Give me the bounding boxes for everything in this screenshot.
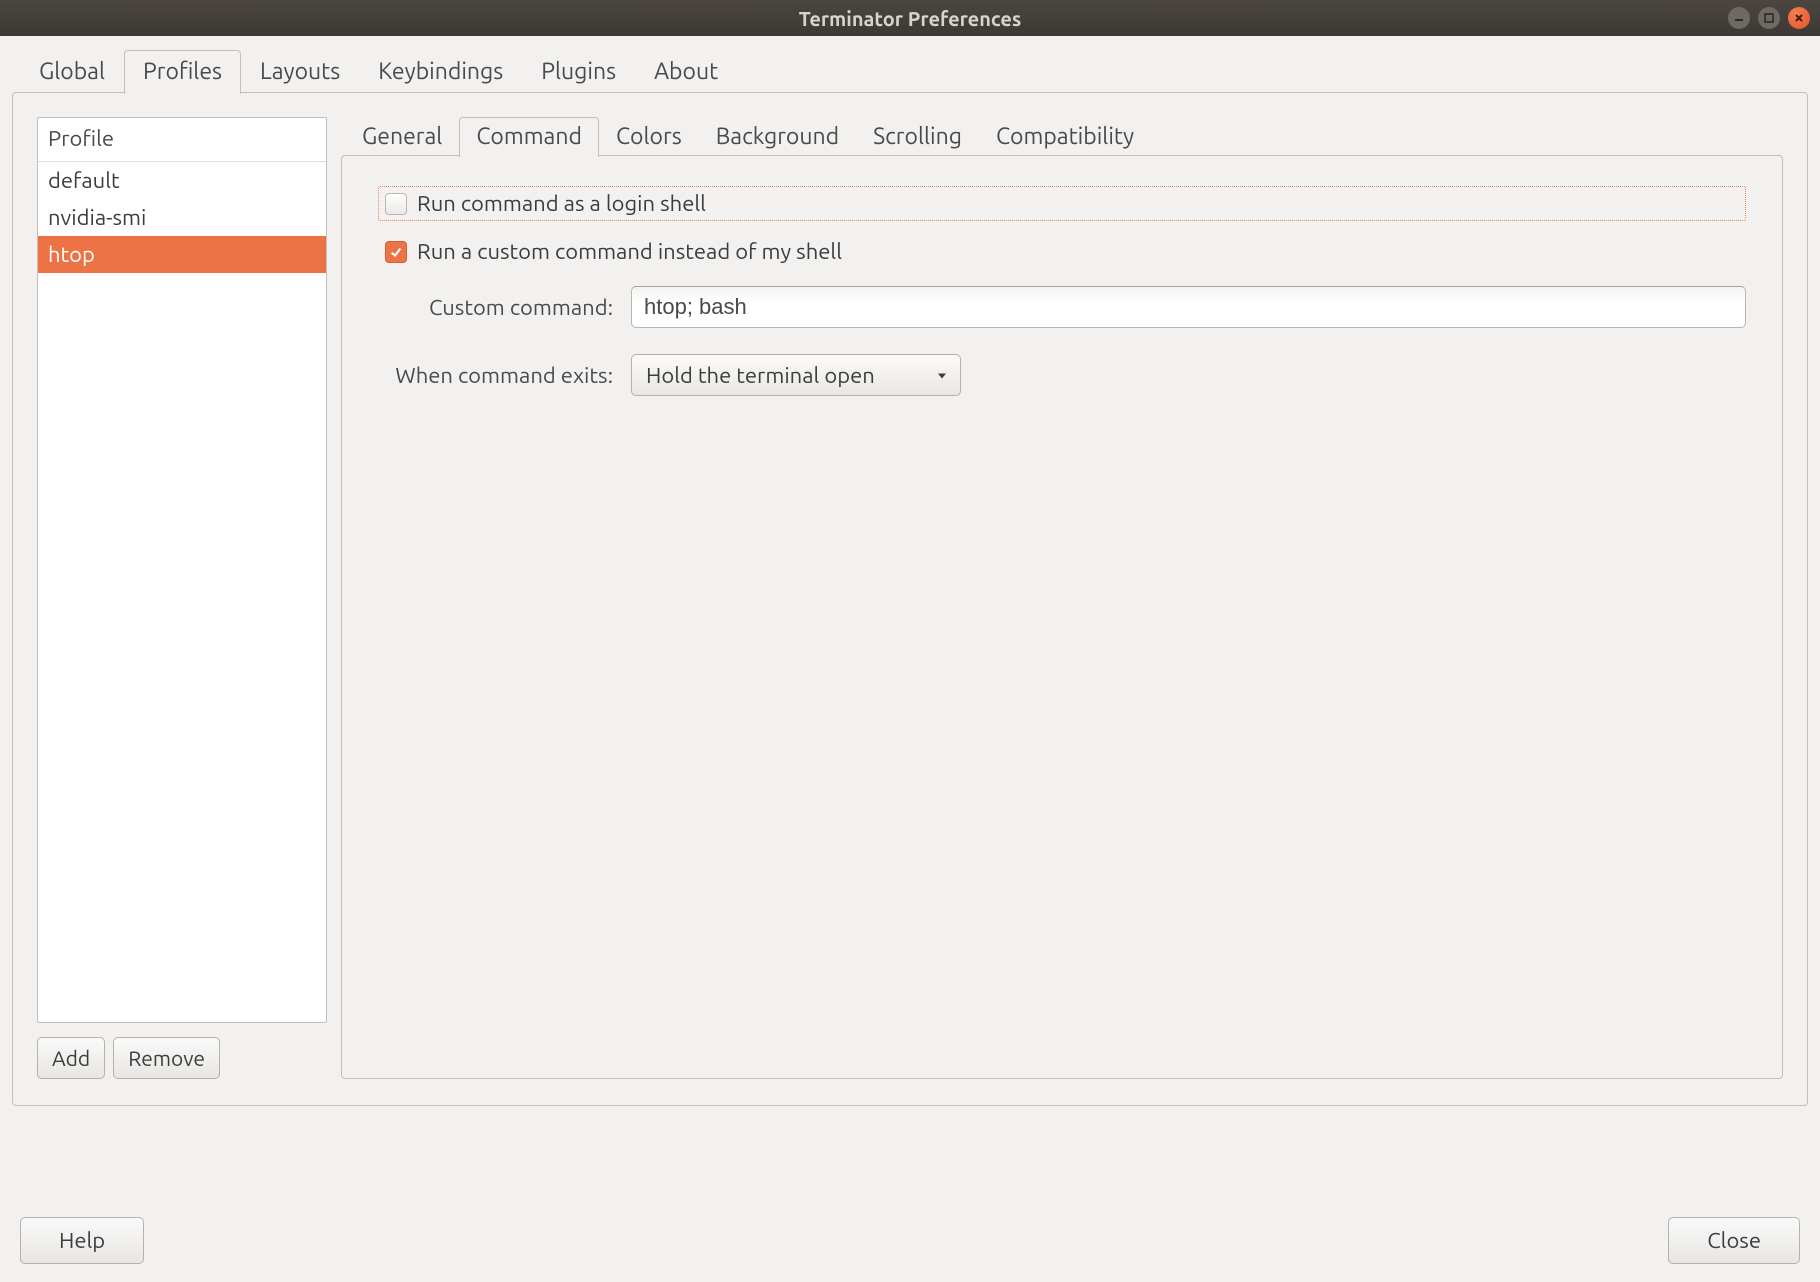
profile-list-header: Profile [38,118,326,162]
tab-global[interactable]: Global [20,50,124,94]
chevron-down-icon [935,363,949,388]
login-shell-row: Run command as a login shell [378,186,1746,221]
dialog-footer: Help Close [0,1217,1820,1264]
custom-cmd-enabled-row: Run a custom command instead of my shell [378,235,1746,268]
tab-plugins[interactable]: Plugins [522,50,635,94]
subtab-colors[interactable]: Colors [599,117,699,157]
tab-keybindings[interactable]: Keybindings [359,50,522,94]
login-shell-checkbox[interactable] [385,193,407,215]
profile-item-default[interactable]: default [38,162,326,199]
add-profile-button[interactable]: Add [37,1037,105,1079]
custom-cmd-enabled-checkbox[interactable] [385,241,407,263]
command-panel: Run command as a login shell Run a custo… [341,155,1783,1079]
subtab-background[interactable]: Background [699,117,856,157]
subtab-scrolling[interactable]: Scrolling [856,117,979,157]
maximize-icon [1763,12,1775,24]
remove-profile-button[interactable]: Remove [113,1037,220,1079]
close-dialog-button[interactable]: Close [1668,1217,1800,1264]
login-shell-label: Run command as a login shell [417,191,706,216]
subtab-compatibility[interactable]: Compatibility [979,117,1151,157]
minimize-button[interactable] [1728,7,1750,29]
profile-column: Profile default nvidia-smi htop Add Remo… [37,117,327,1079]
main-tabs: Global Profiles Layouts Keybindings Plug… [12,50,1808,94]
exit-action-select[interactable]: Hold the terminal open [631,354,961,396]
custom-command-label: Custom command: [378,295,613,320]
maximize-button[interactable] [1758,7,1780,29]
help-button[interactable]: Help [20,1217,144,1264]
subtab-general[interactable]: General [345,117,459,157]
window-title: Terminator Preferences [799,7,1022,30]
custom-command-input[interactable] [631,286,1746,328]
minimize-icon [1733,12,1745,24]
close-button[interactable] [1788,7,1810,29]
profile-item-nvidia-smi[interactable]: nvidia-smi [38,199,326,236]
titlebar: Terminator Preferences [0,0,1820,36]
tab-layouts[interactable]: Layouts [241,50,359,94]
profile-settings: General Command Colors Background Scroll… [341,117,1783,1079]
profile-list[interactable]: Profile default nvidia-smi htop [37,117,327,1023]
exit-action-value: Hold the terminal open [646,363,875,388]
tab-about[interactable]: About [635,50,737,94]
exit-action-label: When command exits: [378,363,613,388]
login-shell-focusring: Run command as a login shell [378,186,1746,221]
sub-tabs: General Command Colors Background Scroll… [345,117,1783,157]
profiles-panel: Profile default nvidia-smi htop Add Remo… [12,92,1808,1106]
profile-item-htop[interactable]: htop [38,236,326,273]
tab-profiles[interactable]: Profiles [124,50,241,94]
check-icon [389,245,403,259]
custom-cmd-enabled-label: Run a custom command instead of my shell [417,239,842,264]
subtab-command[interactable]: Command [459,117,599,157]
close-icon [1793,12,1805,24]
